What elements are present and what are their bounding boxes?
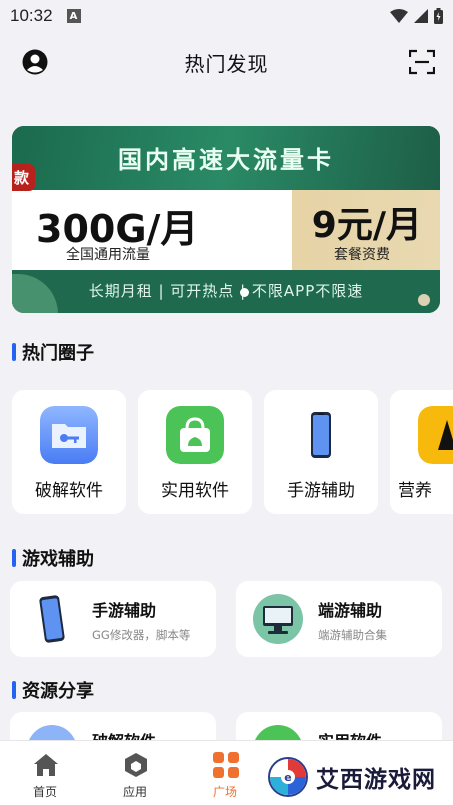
wifi-icon (390, 9, 408, 23)
card-title: 端游辅助 (318, 601, 383, 620)
cube-icon (125, 753, 147, 777)
circle-card-nutrition[interactable]: 营养 (390, 390, 453, 514)
banner-slogan: 长期月租 | 可开热点 | 不限APP不限速 (88, 282, 364, 300)
circle-card-utility-software[interactable]: 实用软件 (138, 390, 252, 514)
user-avatar-icon[interactable] (22, 49, 48, 75)
section-title-resource-share: 资源分享 (12, 677, 94, 703)
card-subtitle: 端游辅助合集 (318, 628, 387, 642)
monitor-icon (253, 594, 303, 644)
section-accent-bar (12, 549, 16, 567)
grid-icon (213, 752, 239, 778)
card-title: 手游辅助 (92, 601, 157, 620)
card-subtitle: GG修改器，脚本等 (92, 628, 191, 642)
section-accent-bar (12, 681, 16, 699)
section-accent-bar (12, 343, 16, 361)
circle-card-label: 破解软件 (35, 481, 103, 501)
status-time: 10:32 (10, 6, 53, 25)
section-title-hot-circles: 热门圈子 (12, 339, 94, 365)
circle-card-label: 营养 (398, 481, 432, 501)
section-title-text: 热门圈子 (22, 343, 94, 364)
app-header: 热门发现 (0, 32, 453, 92)
game-assist-card-mobile[interactable]: 手游辅助 GG修改器，脚本等 (10, 581, 216, 657)
yellow-app-icon (418, 406, 453, 464)
watermark-logo-icon: e (268, 757, 308, 797)
tab-label: 首页 (32, 785, 57, 799)
svg-text:e: e (284, 771, 291, 784)
circle-card-cracked-software[interactable]: 破解软件 (12, 390, 126, 514)
tab-label: 广场 (212, 785, 237, 799)
banner-tag: 款 (12, 164, 36, 191)
scan-icon[interactable] (409, 49, 435, 75)
site-watermark: e 艾西游戏网 (268, 754, 448, 800)
status-icons (390, 8, 443, 24)
circle-card-label: 手游辅助 (287, 481, 355, 501)
watermark-text: 艾西游戏网 (316, 766, 436, 793)
circle-card-label: 实用软件 (161, 481, 229, 501)
circle-card-mobile-game-assist[interactable]: 手游辅助 (264, 390, 378, 514)
shopping-bag-icon (166, 406, 224, 464)
phone-icon (311, 412, 331, 458)
carousel-indicator-dot[interactable] (240, 288, 249, 297)
tab-square[interactable]: 广场 (180, 741, 270, 805)
tab-apps[interactable]: 应用 (90, 741, 180, 805)
tab-label: 应用 (122, 785, 147, 799)
promo-banner[interactable]: 国内高速大流量卡 款 300G/月 全国通用流量 9元/月 套餐资费 长期月租 … (12, 126, 440, 313)
phone-icon (39, 595, 65, 643)
battery-icon (434, 8, 443, 24)
page-title: 热门发现 (184, 51, 269, 76)
home-icon (34, 754, 58, 776)
notification-a-icon: A (66, 9, 81, 23)
banner-price-desc: 套餐资费 (334, 247, 390, 263)
game-assist-card-pc[interactable]: 端游辅助 端游辅助合集 (236, 581, 442, 657)
hot-circles-row[interactable]: 破解软件 实用软件 手游辅助 营养 (12, 390, 453, 514)
signal-icon (414, 9, 428, 23)
tab-home[interactable]: 首页 (0, 741, 90, 805)
section-title-text: 游戏辅助 (22, 549, 94, 570)
banner-headline: 国内高速大流量卡 (118, 146, 334, 174)
banner-data-desc: 全国通用流量 (66, 247, 150, 263)
pearl-decoration (418, 294, 430, 306)
folder-key-icon (40, 406, 98, 464)
section-title-text: 资源分享 (22, 681, 94, 702)
section-title-game-assist: 游戏辅助 (12, 545, 94, 571)
status-bar: 10:32 A (0, 0, 453, 32)
banner-price: 9元/月 (311, 205, 422, 246)
